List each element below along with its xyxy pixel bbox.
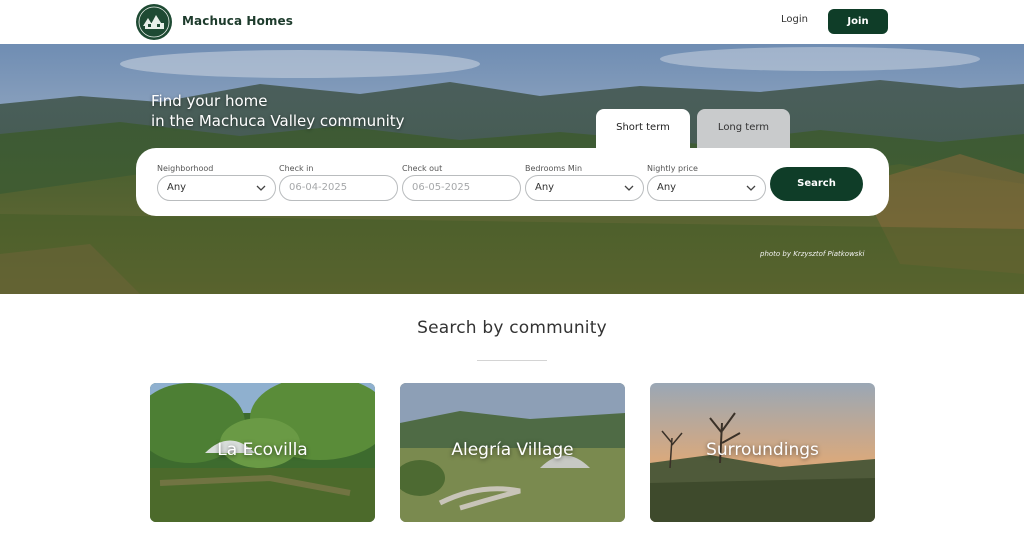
neighborhood-select[interactable]: Any xyxy=(157,175,276,201)
nightly-price-value: Any xyxy=(657,182,677,193)
chevron-down-icon xyxy=(624,185,634,191)
brand-name[interactable]: Machuca Homes xyxy=(182,14,293,28)
card-label: La Ecovilla xyxy=(217,440,308,460)
hero-title-line2: in the Machuca Valley community xyxy=(151,112,405,130)
tab-short-term[interactable]: Short term xyxy=(596,109,690,149)
card-label: Alegría Village xyxy=(451,440,574,460)
nightly-price-label: Nightly price xyxy=(647,164,698,173)
bedrooms-label: Bedrooms Min xyxy=(525,164,583,173)
logo-house-icon[interactable] xyxy=(136,4,172,40)
community-card-surroundings[interactable]: Surroundings xyxy=(650,383,875,522)
check-in-input[interactable]: 06-04-2025 xyxy=(279,175,398,201)
neighborhood-value: Any xyxy=(167,182,187,193)
hero-banner: Find your home in the Machuca Valley com… xyxy=(0,44,1024,294)
community-card-la-ecovilla[interactable]: La Ecovilla xyxy=(150,383,375,522)
site-header: Machuca Homes Login Join xyxy=(0,0,1024,44)
tab-long-term[interactable]: Long term xyxy=(697,109,790,149)
hero-title: Find your home in the Machuca Valley com… xyxy=(151,91,405,131)
join-button[interactable]: Join xyxy=(828,9,888,34)
search-button[interactable]: Search xyxy=(770,167,863,201)
chevron-down-icon xyxy=(746,185,756,191)
check-in-label: Check in xyxy=(279,164,314,173)
bedrooms-value: Any xyxy=(535,182,555,193)
check-out-input[interactable]: 06-05-2025 xyxy=(402,175,521,201)
search-bar: Neighborhood Any Check in 06-04-2025 Che… xyxy=(136,148,889,216)
chevron-down-icon xyxy=(256,185,266,191)
community-card-alegria-village[interactable]: Alegría Village xyxy=(400,383,625,522)
login-link[interactable]: Login xyxy=(781,14,808,25)
neighborhood-label: Neighborhood xyxy=(157,164,214,173)
bedrooms-select[interactable]: Any xyxy=(525,175,644,201)
nightly-price-select[interactable]: Any xyxy=(647,175,766,201)
photo-credit: photo by Krzysztof Piatkowski xyxy=(760,250,865,258)
card-label: Surroundings xyxy=(706,440,819,460)
section-title: Search by community xyxy=(417,318,607,338)
section-divider xyxy=(477,360,547,361)
check-out-label: Check out xyxy=(402,164,443,173)
hero-title-line1: Find your home xyxy=(151,92,268,110)
